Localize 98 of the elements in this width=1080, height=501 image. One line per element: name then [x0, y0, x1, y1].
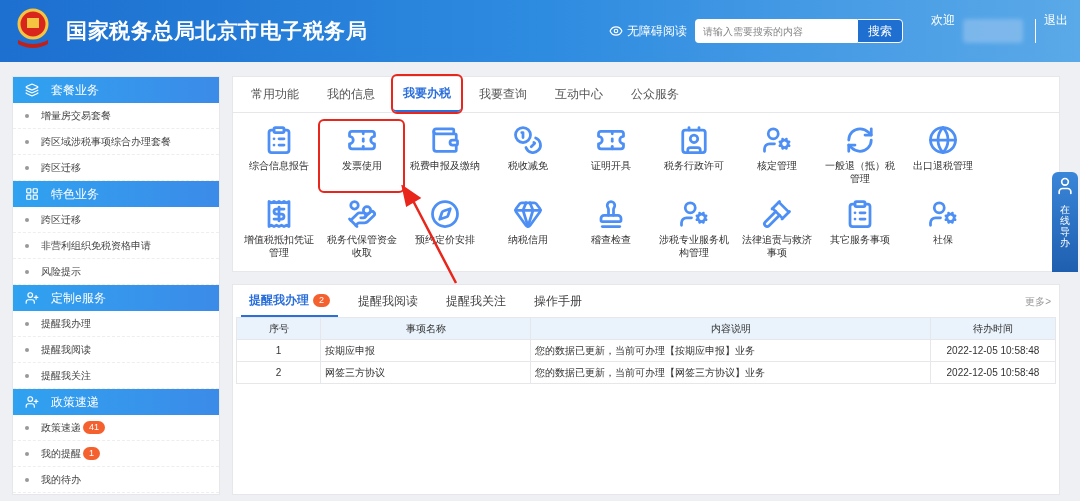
count-badge: 41	[83, 421, 105, 434]
service-label: 税务代保管资金收取	[325, 233, 398, 259]
sidebar-item[interactable]: 跨区域涉税事项综合办理套餐	[41, 134, 171, 149]
service-item[interactable]: 税务行政许可	[652, 121, 735, 191]
grid-icon	[25, 187, 39, 201]
user-gear-icon	[761, 125, 792, 155]
column-header: 序号	[236, 317, 321, 340]
online-guide-tab[interactable]: 在线导办	[1052, 172, 1078, 272]
service-label: 一般退（抵）税管理	[823, 159, 896, 185]
service-item[interactable]: 税务代保管资金收取	[320, 195, 403, 265]
service-label: 出口退税管理	[911, 159, 974, 172]
reminder-tab[interactable]: 提醒我关注	[438, 285, 514, 317]
column-header: 待办时间	[930, 317, 1056, 340]
sidebar-item[interactable]: 政策速递	[41, 420, 81, 435]
sidebar-item[interactable]: 非营利组织免税资格申请	[41, 238, 151, 253]
service-label: 法律追责与救济事项	[740, 233, 813, 259]
gavel-icon	[761, 199, 792, 229]
sidebar-item[interactable]: 我的提醒	[41, 446, 81, 461]
service-item[interactable]: 其它服务事项	[818, 195, 901, 265]
service-label: 证明开具	[589, 159, 632, 172]
sidebar-item[interactable]: 提醒我阅读	[41, 342, 91, 357]
coin-icon	[512, 125, 543, 155]
section-title: 特色业务	[51, 186, 99, 203]
nav-tab[interactable]: 我要办税	[393, 76, 461, 112]
sidebar-item[interactable]: 跨区迁移	[41, 160, 81, 175]
service-item[interactable]: 法律追责与救济事项	[735, 195, 818, 265]
service-label: 税费申报及缴纳	[408, 159, 481, 172]
table-cell: 按期应申报	[320, 339, 531, 362]
table-cell: 2	[236, 361, 321, 384]
user-icon	[25, 395, 39, 409]
sidebar-item[interactable]: 提醒我关注	[41, 368, 91, 383]
eye-icon	[609, 24, 623, 38]
search-button[interactable]: 搜索	[857, 19, 903, 43]
hand-coins-icon	[346, 199, 377, 229]
service-item[interactable]: 证明开具	[569, 121, 652, 191]
sidebar-item[interactable]: 提醒我办理	[41, 316, 91, 331]
table-cell: 2022-12-05 10:58:48	[930, 339, 1056, 362]
service-item[interactable]: 综合信息报告	[237, 121, 320, 191]
service-item[interactable]: 稽查检查	[569, 195, 652, 265]
compass-icon	[429, 199, 460, 229]
nav-tab[interactable]: 公众服务	[621, 76, 689, 112]
reminder-tab[interactable]: 操作手册	[526, 285, 590, 317]
section-title: 政策速递	[51, 394, 99, 411]
table-cell: 1	[236, 339, 321, 362]
sidebar-item[interactable]: 我的待办	[41, 472, 81, 487]
service-item[interactable]: 纳税信用	[486, 195, 569, 265]
nav-tab[interactable]: 互动中心	[545, 76, 613, 112]
service-item[interactable]: 涉税专业服务机构管理	[652, 195, 735, 265]
service-label: 核定管理	[755, 159, 798, 172]
sidebar-item[interactable]: 增量房交易套餐	[41, 108, 111, 123]
user-gear-icon	[678, 199, 709, 229]
service-item[interactable]: 一般退（抵）税管理	[818, 121, 901, 191]
user-icon	[25, 291, 39, 305]
service-item[interactable]: 税收减免	[486, 121, 569, 191]
search-field[interactable]: 请输入需要搜索的内容	[695, 19, 857, 43]
service-label: 综合信息报告	[247, 159, 310, 172]
id-card-icon	[678, 125, 709, 155]
reminder-tab[interactable]: 提醒我阅读	[350, 285, 426, 317]
layers-icon	[25, 83, 39, 97]
service-label: 社保	[931, 233, 954, 246]
service-label: 税务行政许可	[662, 159, 725, 172]
table-cell: 您的数据已更新，当前可办理【按期应申报】业务	[530, 339, 931, 362]
user-gear-icon	[927, 199, 958, 229]
sidebar-item[interactable]: 风险提示	[41, 264, 81, 279]
table-cell: 您的数据已更新，当前可办理【网签三方协议】业务	[530, 361, 931, 384]
count-badge: 2	[313, 293, 330, 307]
refresh-icon	[844, 125, 875, 155]
service-item[interactable]: 发票使用	[320, 121, 403, 191]
service-label: 其它服务事项	[828, 233, 891, 246]
section-title: 套餐业务	[51, 82, 99, 99]
column-header: 内容说明	[530, 317, 931, 340]
table-cell: 2022-12-05 10:58:48	[930, 361, 1056, 384]
service-label: 涉税专业服务机构管理	[657, 233, 730, 259]
nav-tab[interactable]: 我要查询	[469, 76, 537, 112]
sidebar-item[interactable]: 跨区迁移	[41, 212, 81, 227]
service-label: 纳税信用	[506, 233, 549, 246]
wallet-icon	[429, 125, 460, 155]
service-label: 增值税抵扣凭证管理	[242, 233, 315, 259]
globe-icon	[927, 125, 958, 155]
nav-tab[interactable]: 常用功能	[241, 76, 309, 112]
table-cell: 网签三方协议	[320, 361, 531, 384]
nav-tab[interactable]: 我的信息	[317, 76, 385, 112]
user-name-blurred	[963, 19, 1023, 43]
service-item[interactable]: 核定管理	[735, 121, 818, 191]
service-label: 发票使用	[340, 159, 383, 172]
gem-icon	[512, 199, 543, 229]
site-title: 国家税务总局北京市电子税务局	[66, 18, 368, 45]
service-label: 税收减免	[506, 159, 549, 172]
welcome-text: 欢迎	[931, 12, 955, 29]
column-header: 事项名称	[320, 317, 531, 340]
count-badge: 1	[83, 447, 100, 460]
service-label: 稽查检查	[589, 233, 632, 246]
service-item[interactable]: 增值税抵扣凭证管理	[237, 195, 320, 265]
service-item[interactable]: 社保	[901, 195, 984, 265]
service-item[interactable]: 出口退税管理	[901, 121, 984, 191]
service-item[interactable]: 税费申报及缴纳	[403, 121, 486, 191]
section-title: 定制e服务	[51, 290, 106, 307]
avatar-icon	[1055, 176, 1075, 196]
